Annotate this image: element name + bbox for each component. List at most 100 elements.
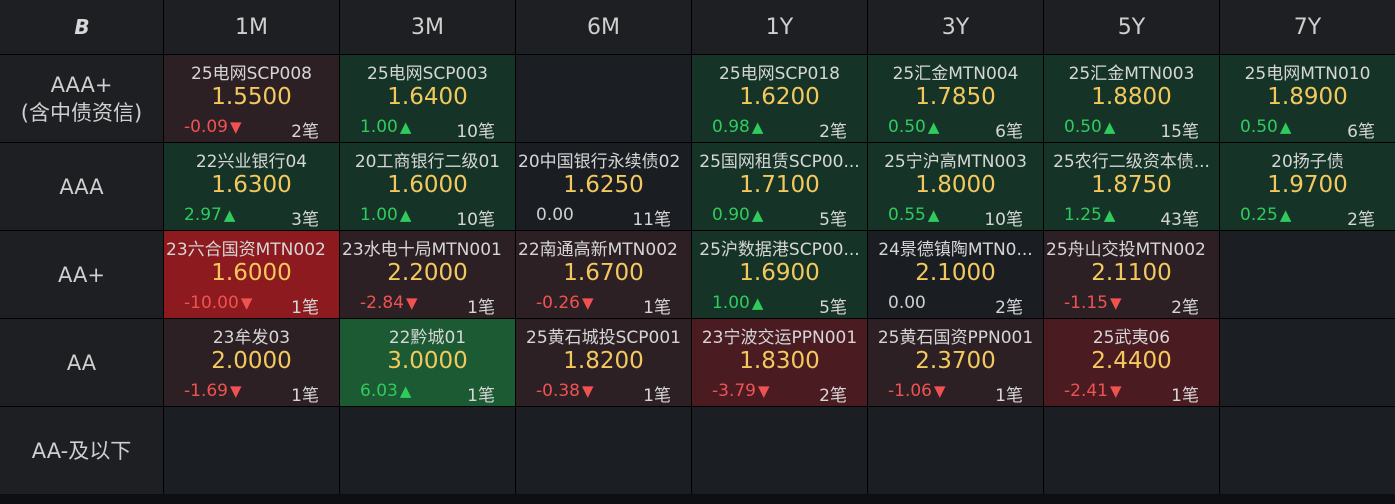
tenor-header-3m[interactable]: 3M — [340, 0, 515, 54]
tenor-header-3y[interactable]: 3Y — [868, 0, 1043, 54]
bond-cell-3m[interactable]: 25电网SCP003 1.6400 1.00 ▲ 10笔 — [340, 55, 515, 142]
bond-yield: 2.0000 — [211, 348, 292, 374]
bond-yield: 1.8800 — [1091, 84, 1172, 110]
bond-cell-3y[interactable]: 25宁沪高MTN003 1.8000 0.55 ▲ 10笔 — [868, 143, 1043, 230]
trade-count: 43笔 — [1160, 210, 1199, 230]
yield-change: -3.79 ▼ — [712, 381, 770, 401]
rating-label: AAA+ — [50, 72, 113, 97]
bond-cell-6m[interactable]: 25黄石城投SCP001 1.8200 -0.38 ▼ 1笔 — [516, 319, 691, 406]
rating-header-row-3[interactable]: AA — [0, 319, 163, 406]
up-arrow-icon: ▲ — [927, 118, 940, 136]
yield-change: -10.00 ▼ — [184, 293, 252, 313]
trade-count: 5笔 — [819, 298, 847, 318]
bond-cell-5y[interactable]: 25武夷06 2.4400 -2.41 ▼ 1笔 — [1044, 319, 1219, 406]
yield-change: 1.00 ▲ — [360, 117, 411, 137]
yield-change-value: -1.06 — [888, 381, 932, 401]
bond-name: 20扬子债 — [1271, 152, 1344, 172]
bond-name: 23六合国资MTN002 — [166, 240, 326, 260]
rating-label: AA+ — [58, 262, 105, 287]
down-arrow-icon: ▼ — [582, 294, 594, 312]
bond-cell-1y[interactable]: 23宁波交运PPN001 1.8300 -3.79 ▼ 2笔 — [692, 319, 867, 406]
up-arrow-icon: ▲ — [399, 382, 412, 400]
bond-yield: 1.8300 — [739, 348, 820, 374]
yield-change-value: -10.00 — [184, 293, 239, 313]
trade-count: 1笔 — [467, 386, 495, 406]
bond-yield: 1.5500 — [211, 84, 292, 110]
bond-cell-7y[interactable]: 25电网MTN010 1.8900 0.50 ▲ 6笔 — [1220, 55, 1395, 142]
yield-change-value: -2.41 — [1064, 381, 1108, 401]
yield-change: 0.50 ▲ — [1064, 117, 1115, 137]
bond-yield: 1.8000 — [915, 172, 996, 198]
yield-change: 1.00 ▲ — [360, 205, 411, 225]
tenor-header-1m[interactable]: 1M — [164, 0, 339, 54]
bond-cell-1m[interactable]: 22兴业银行04 1.6300 2.97 ▲ 3笔 — [164, 143, 339, 230]
rating-header-row-4[interactable]: AA-及以下 — [0, 407, 163, 494]
yield-change-value: 0.50 — [1240, 117, 1278, 137]
bond-cell-5y[interactable]: 25农行二级资本债... 1.8750 1.25 ▲ 43笔 — [1044, 143, 1219, 230]
bond-cell-3m[interactable]: 23水电十局MTN001 2.2000 -2.84 ▼ 1笔 — [340, 231, 515, 318]
rating-label: AAA — [59, 174, 104, 199]
bond-cell-1m[interactable]: 23六合国资MTN002 1.6000 -10.00 ▼ 1笔 — [164, 231, 339, 318]
yield-matrix: B 1M 3M 6M 1Y 3Y 5Y 7Y AAA+ (含中债资信) 25电网SC… — [0, 0, 1395, 494]
down-arrow-icon: ▼ — [1110, 294, 1122, 312]
bond-cell-3y[interactable]: 24景德镇陶MTN0... 2.1000 0.00 2笔 — [868, 231, 1043, 318]
trade-count: 1笔 — [1171, 386, 1199, 406]
bond-name: 22南通高新MTN002 — [518, 240, 678, 260]
bond-yield: 1.7100 — [739, 172, 820, 198]
down-arrow-icon: ▼ — [406, 294, 418, 312]
bond-cell-1m[interactable]: 23牟发03 2.0000 -1.69 ▼ 1笔 — [164, 319, 339, 406]
bond-cell-3m[interactable]: 20工商银行二级01 1.6000 1.00 ▲ 10笔 — [340, 143, 515, 230]
bond-cell-3y[interactable]: 25黄石国资PPN001 2.3700 -1.06 ▼ 1笔 — [868, 319, 1043, 406]
yield-change: 1.00 ▲ — [712, 293, 763, 313]
bond-cell-6m[interactable]: 22南通高新MTN002 1.6700 -0.26 ▼ 1笔 — [516, 231, 691, 318]
yield-change: 0.55 ▲ — [888, 205, 939, 225]
bond-cell-6m[interactable]: 20中国银行永续债02 1.6250 0.00 11笔 — [516, 143, 691, 230]
trade-count: 5笔 — [819, 210, 847, 230]
yield-change-value: 0.55 — [888, 205, 926, 225]
corner-logo[interactable]: B — [0, 0, 163, 54]
bond-cell-5y[interactable]: 25舟山交投MTN002 2.1100 -1.15 ▼ 2笔 — [1044, 231, 1219, 318]
bond-cell-1m[interactable]: 25电网SCP008 1.5500 -0.09 ▼ 2笔 — [164, 55, 339, 142]
bond-cell-1y[interactable]: 25国网租赁SCP00... 1.7100 0.90 ▲ 5笔 — [692, 143, 867, 230]
trade-count: 1笔 — [467, 298, 495, 318]
bond-name: 23宁波交运PPN001 — [701, 328, 858, 348]
trade-count: 15笔 — [1160, 122, 1199, 142]
bond-name: 25国网租赁SCP00... — [699, 152, 860, 172]
down-arrow-icon: ▼ — [240, 294, 253, 312]
rating-header-row-2[interactable]: AA+ — [0, 231, 163, 318]
up-arrow-icon: ▲ — [399, 118, 412, 136]
bond-name: 25电网SCP008 — [191, 64, 312, 84]
tenor-header-5y[interactable]: 5Y — [1044, 0, 1219, 54]
bond-cell-3y[interactable]: 25汇金MTN004 1.7850 0.50 ▲ 6笔 — [868, 55, 1043, 142]
yield-change-value: 1.25 — [1064, 205, 1102, 225]
bond-cell-7y[interactable]: 20扬子债 1.9700 0.25 ▲ 2笔 — [1220, 143, 1395, 230]
down-arrow-icon: ▼ — [758, 382, 770, 400]
rating-header-row-1[interactable]: AAA — [0, 143, 163, 230]
bond-name: 25黄石城投SCP001 — [526, 328, 681, 348]
bond-cell-1y[interactable]: 25电网SCP018 1.6200 0.98 ▲ 2笔 — [692, 55, 867, 142]
tenor-header-7y[interactable]: 7Y — [1220, 0, 1395, 54]
bond-yield: 1.6900 — [739, 260, 820, 286]
bond-cell-1y[interactable]: 25沪数据港SCP00... 1.6900 1.00 ▲ 5笔 — [692, 231, 867, 318]
tenor-header-1y[interactable]: 1Y — [692, 0, 867, 54]
yield-change: 2.97 ▲ — [184, 205, 235, 225]
yield-change-value: 0.00 — [888, 293, 926, 313]
tenor-header-6m[interactable]: 6M — [516, 0, 691, 54]
trade-count: 2笔 — [995, 298, 1023, 318]
bond-name: 25电网SCP018 — [719, 64, 840, 84]
trade-count: 2笔 — [1171, 298, 1199, 318]
bond-yield: 1.8200 — [563, 348, 644, 374]
up-arrow-icon: ▲ — [751, 294, 764, 312]
yield-change-value: -0.09 — [184, 117, 228, 137]
yield-change-value: 2.97 — [184, 205, 222, 225]
bond-name: 25黄石国资PPN001 — [877, 328, 1034, 348]
yield-change-value: -0.38 — [536, 381, 580, 401]
bond-name: 23水电十局MTN001 — [342, 240, 502, 260]
bond-yield: 1.6250 — [563, 172, 644, 198]
yield-change-value: -1.15 — [1064, 293, 1108, 313]
bond-cell-5y[interactable]: 25汇金MTN003 1.8800 0.50 ▲ 15笔 — [1044, 55, 1219, 142]
trade-count: 2笔 — [291, 122, 319, 142]
rating-header-row-0[interactable]: AAA+ (含中债资信) — [0, 55, 163, 142]
yield-change: 6.03 ▲ — [360, 381, 411, 401]
bond-cell-3m[interactable]: 22黔城01 3.0000 6.03 ▲ 1笔 — [340, 319, 515, 406]
